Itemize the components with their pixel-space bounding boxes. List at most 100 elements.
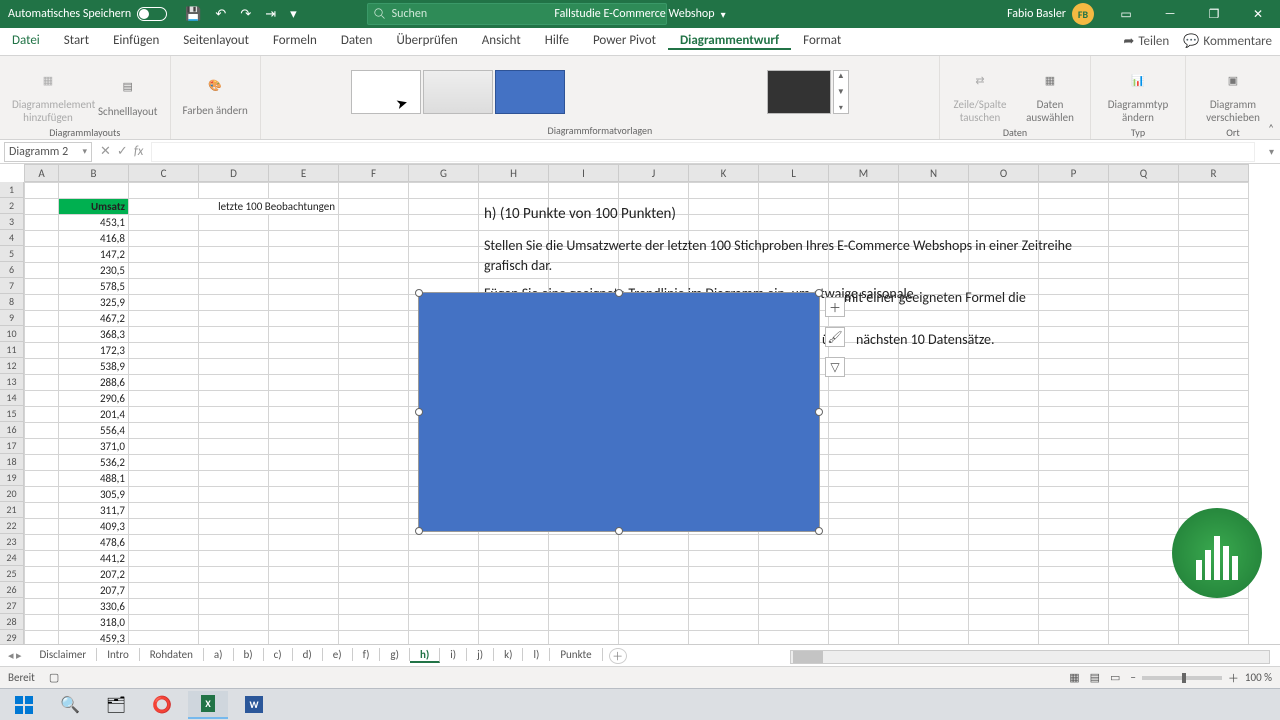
chart-styles-button[interactable]: 🖌 (825, 327, 845, 347)
cell[interactable] (1109, 439, 1179, 455)
cell[interactable] (549, 631, 619, 645)
cell[interactable] (1039, 519, 1109, 535)
cell[interactable] (199, 247, 269, 263)
add-sheet-button[interactable]: ＋ (609, 648, 627, 664)
cell[interactable] (269, 615, 339, 631)
cell[interactable] (129, 327, 199, 343)
cell[interactable] (269, 551, 339, 567)
cell[interactable] (1039, 583, 1109, 599)
cell[interactable] (199, 359, 269, 375)
cell[interactable] (1179, 455, 1249, 471)
row-header[interactable]: 16 (0, 422, 23, 438)
user-account[interactable]: Fabio Basler FB (997, 3, 1104, 25)
cell[interactable] (199, 487, 269, 503)
cell[interactable] (409, 583, 479, 599)
enter-formula-icon[interactable]: ✓ (117, 144, 128, 159)
cell[interactable] (25, 583, 59, 599)
cell[interactable] (1039, 359, 1109, 375)
cell[interactable] (829, 535, 899, 551)
col-header[interactable]: G (409, 165, 479, 181)
cell[interactable] (269, 487, 339, 503)
cell[interactable] (549, 551, 619, 567)
cell[interactable] (689, 183, 759, 199)
cell[interactable] (1039, 471, 1109, 487)
cell[interactable] (25, 551, 59, 567)
sheet-tab[interactable]: d) (293, 648, 323, 661)
cell[interactable] (1179, 487, 1249, 503)
cell[interactable] (1039, 327, 1109, 343)
cell[interactable] (129, 295, 199, 311)
row-header[interactable]: 5 (0, 246, 23, 262)
cell[interactable] (1039, 503, 1109, 519)
cell[interactable] (759, 535, 829, 551)
cell[interactable] (25, 199, 59, 215)
col-header[interactable]: N (899, 165, 969, 181)
maximize-button[interactable]: ❐ (1192, 0, 1236, 28)
cell[interactable] (479, 183, 549, 199)
cell[interactable] (1039, 535, 1109, 551)
cell[interactable]: 536,2 (59, 455, 129, 471)
ribbon-tab-diagrammentwurf[interactable]: Diagrammentwurf (668, 33, 791, 50)
cell[interactable] (269, 311, 339, 327)
cell[interactable] (1109, 583, 1179, 599)
cell[interactable] (1109, 311, 1179, 327)
cell[interactable] (1109, 343, 1179, 359)
cell[interactable] (129, 343, 199, 359)
cell[interactable] (25, 487, 59, 503)
cell[interactable] (199, 615, 269, 631)
cell[interactable] (129, 407, 199, 423)
cell[interactable] (1039, 407, 1109, 423)
cell[interactable] (619, 599, 689, 615)
cell[interactable] (339, 535, 409, 551)
cell[interactable] (269, 327, 339, 343)
cell[interactable] (129, 183, 199, 199)
cell[interactable] (129, 551, 199, 567)
cell[interactable] (1109, 247, 1179, 263)
cell[interactable] (899, 503, 969, 519)
cell[interactable] (25, 279, 59, 295)
cell[interactable] (899, 615, 969, 631)
cell[interactable] (1109, 567, 1179, 583)
cell[interactable] (25, 455, 59, 471)
cell[interactable] (1109, 487, 1179, 503)
cell[interactable] (829, 183, 899, 199)
cell[interactable] (199, 279, 269, 295)
cell[interactable] (1179, 359, 1249, 375)
cell[interactable] (1039, 423, 1109, 439)
cell[interactable] (969, 519, 1039, 535)
col-header[interactable]: A (25, 165, 59, 181)
cell[interactable] (25, 215, 59, 231)
cell[interactable] (269, 343, 339, 359)
resize-handle[interactable] (815, 527, 823, 535)
cell[interactable] (129, 583, 199, 599)
cell[interactable]: 318,0 (59, 615, 129, 631)
cell[interactable] (199, 391, 269, 407)
cell[interactable] (199, 311, 269, 327)
cell[interactable] (899, 519, 969, 535)
fx-icon[interactable]: fx (134, 144, 144, 159)
cell[interactable] (899, 631, 969, 645)
cell[interactable] (899, 551, 969, 567)
cell[interactable] (129, 631, 199, 645)
row-header[interactable]: 2 (0, 198, 23, 214)
sheet-tab[interactable]: k) (494, 648, 523, 661)
cell[interactable] (269, 359, 339, 375)
cell[interactable] (1179, 263, 1249, 279)
cell[interactable] (409, 551, 479, 567)
row-header[interactable]: 27 (0, 598, 23, 614)
cell[interactable] (899, 487, 969, 503)
cell[interactable] (1039, 551, 1109, 567)
cell[interactable] (619, 535, 689, 551)
cell[interactable] (969, 487, 1039, 503)
cell[interactable] (409, 215, 479, 231)
cell[interactable]: 311,7 (59, 503, 129, 519)
cell[interactable] (899, 455, 969, 471)
chart-style-4[interactable] (767, 70, 831, 114)
cell[interactable] (899, 359, 969, 375)
cell[interactable] (339, 295, 409, 311)
cell[interactable] (269, 567, 339, 583)
ribbon-tab-einfügen[interactable]: Einfügen (101, 33, 171, 48)
cell[interactable] (129, 519, 199, 535)
cell[interactable] (1179, 631, 1249, 645)
cell[interactable] (129, 615, 199, 631)
